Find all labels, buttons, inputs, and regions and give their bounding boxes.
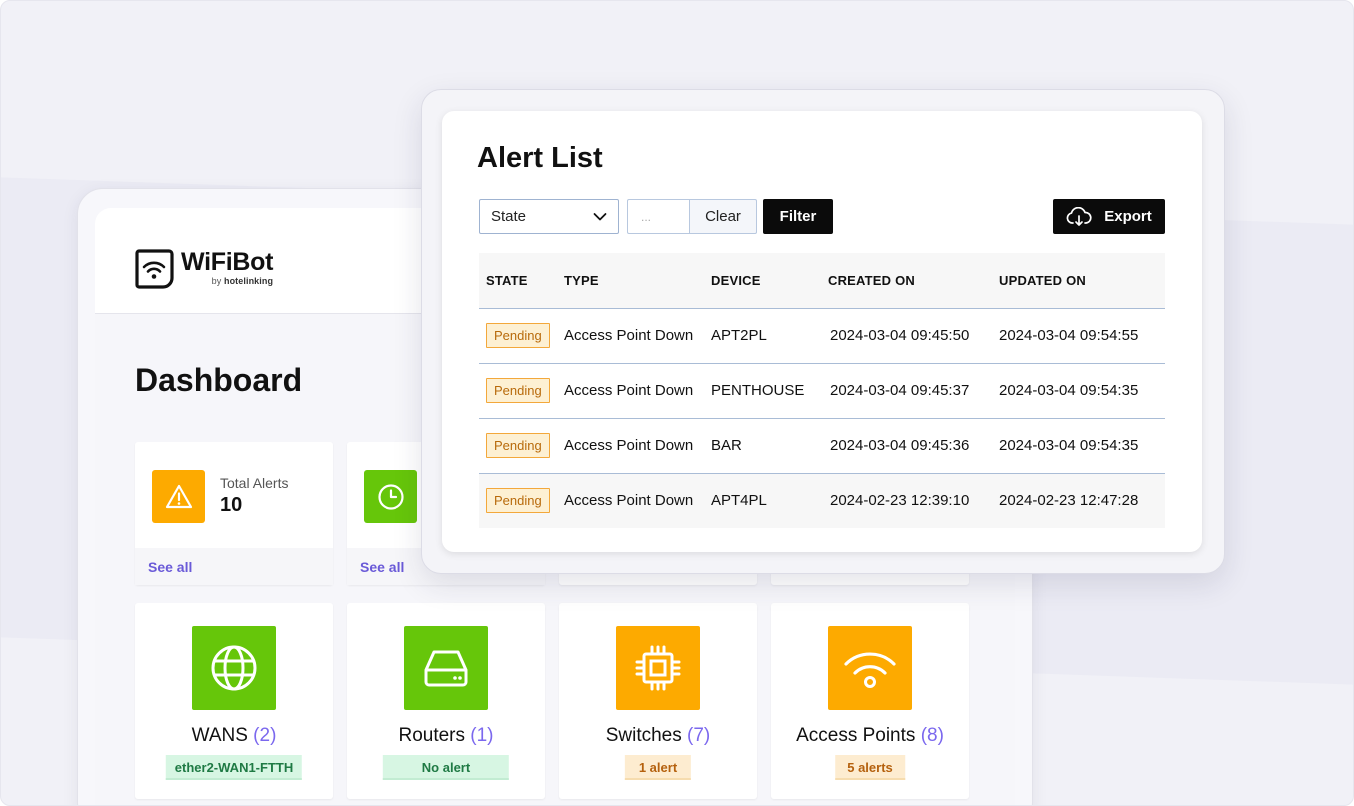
page-title: Dashboard bbox=[135, 362, 303, 398]
updated-cell: 2024-03-04 09:54:35 bbox=[992, 418, 1165, 474]
device-name: Routers bbox=[398, 725, 465, 746]
type-cell: Access Point Down bbox=[557, 308, 704, 364]
warning-icon bbox=[152, 470, 205, 523]
column-header-created-on[interactable]: CREATED ON bbox=[821, 253, 992, 309]
logo-text: WiFiBot by hotelinking bbox=[181, 248, 273, 286]
updated-cell: 2024-03-04 09:54:55 bbox=[992, 308, 1165, 364]
wifibot-logo[interactable]: WiFiBot by hotelinking bbox=[135, 248, 273, 290]
clear-button[interactable]: Clear bbox=[689, 199, 757, 234]
alert-table: STATE TYPE DEVICE CREATED ON UPDATED ON … bbox=[479, 253, 1165, 528]
device-name: Switches bbox=[605, 725, 682, 746]
device-cell: PENTHOUSE bbox=[704, 363, 821, 419]
logo-by-brand: hotelinking bbox=[223, 276, 274, 286]
alert-list-panel: Alert List State ... Clear Filter Export… bbox=[442, 111, 1202, 552]
column-header-type[interactable]: TYPE bbox=[557, 253, 704, 309]
updated-cell: 2024-02-23 12:47:28 bbox=[992, 473, 1165, 528]
alert-list-title: Alert List bbox=[477, 142, 603, 174]
device-name: WANS bbox=[191, 725, 248, 746]
type-cell: Access Point Down bbox=[557, 363, 704, 419]
cloud-download-icon bbox=[1066, 206, 1092, 226]
device-cell: BAR bbox=[704, 418, 821, 474]
table-header-row: STATE TYPE DEVICE CREATED ON UPDATED ON bbox=[479, 253, 1165, 309]
device-status-badge: 1 alert bbox=[624, 755, 692, 780]
device-name: Access Points bbox=[796, 725, 916, 746]
device-status-badge: 5 alerts bbox=[835, 755, 905, 780]
updated-cell: 2024-03-04 09:54:35 bbox=[992, 363, 1165, 419]
device-cell: APT4PL bbox=[704, 473, 821, 528]
table-row[interactable]: Pending Access Point Down APT2PL 2024-03… bbox=[479, 308, 1165, 364]
filter-button[interactable]: Filter bbox=[763, 199, 833, 234]
logo-byline: by hotelinking bbox=[181, 276, 273, 286]
device-card-switches[interactable]: Switches (7) 1 alert bbox=[559, 603, 757, 799]
created-cell: 2024-03-04 09:45:37 bbox=[821, 363, 992, 419]
stat-card-total-alerts: Total Alerts 10 See all bbox=[135, 442, 333, 585]
router-icon bbox=[404, 626, 488, 710]
date-range-input[interactable]: ... bbox=[627, 199, 690, 234]
logo-name: WiFiBot bbox=[181, 248, 274, 276]
wifi-icon bbox=[828, 626, 912, 710]
created-cell: 2024-03-04 09:45:36 bbox=[821, 418, 992, 474]
type-cell: Access Point Down bbox=[557, 473, 704, 528]
column-header-device[interactable]: DEVICE bbox=[704, 253, 821, 309]
table-row[interactable]: Pending Access Point Down BAR 2024-03-04… bbox=[479, 418, 1165, 474]
table-row[interactable]: Pending Access Point Down PENTHOUSE 2024… bbox=[479, 363, 1165, 419]
state-select[interactable]: State bbox=[479, 199, 619, 234]
device-count: (8) bbox=[920, 725, 944, 746]
device-status-badge: No alert bbox=[382, 755, 510, 780]
pending-badge: Pending bbox=[486, 488, 550, 514]
clock-icon bbox=[364, 470, 417, 523]
state-cell: Pending bbox=[479, 308, 557, 364]
logo-by-prefix: by bbox=[211, 276, 222, 286]
table-row[interactable]: Pending Access Point Down APT4PL 2024-02… bbox=[479, 473, 1165, 528]
export-label: Export bbox=[1104, 208, 1152, 225]
state-cell: Pending bbox=[479, 363, 557, 419]
device-count: (1) bbox=[470, 725, 494, 746]
created-cell: 2024-03-04 09:45:50 bbox=[821, 308, 992, 364]
see-all-link[interactable]: See all bbox=[135, 548, 333, 585]
device-title: WANS (2) bbox=[135, 725, 333, 747]
background-stage: WiFiBot by hotelinking Dashboard Total A… bbox=[0, 0, 1354, 806]
created-cell: 2024-02-23 12:39:10 bbox=[821, 473, 992, 528]
device-count: (2) bbox=[253, 725, 277, 746]
state-cell: Pending bbox=[479, 473, 557, 528]
device-title: Routers (1) bbox=[347, 725, 545, 747]
pending-badge: Pending bbox=[486, 378, 550, 403]
device-count: (7) bbox=[687, 725, 711, 746]
state-cell: Pending bbox=[479, 418, 557, 474]
device-title: Switches (7) bbox=[559, 725, 757, 747]
device-card-routers[interactable]: Routers (1) No alert bbox=[347, 603, 545, 799]
device-card-wans[interactable]: WANS (2) ether2-WAN1-FTTH bbox=[135, 603, 333, 799]
chevron-down-icon bbox=[593, 212, 607, 220]
device-title: Access Points (8) bbox=[771, 725, 969, 747]
globe-icon bbox=[192, 626, 276, 710]
type-cell: Access Point Down bbox=[557, 418, 704, 474]
stat-value: 10 bbox=[220, 494, 243, 516]
column-header-state[interactable]: STATE bbox=[479, 253, 557, 309]
column-header-updated-on[interactable]: UPDATED ON bbox=[992, 253, 1165, 309]
device-status-badge: ether2-WAN1-FTTH bbox=[165, 755, 303, 780]
device-cell: APT2PL bbox=[704, 308, 821, 364]
device-card-access-points[interactable]: Access Points (8) 5 alerts bbox=[771, 603, 969, 799]
wifibot-logo-icon bbox=[135, 249, 174, 289]
chip-icon bbox=[616, 626, 700, 710]
export-button[interactable]: Export bbox=[1053, 199, 1165, 234]
stat-label: Total Alerts bbox=[220, 475, 289, 491]
state-select-value: State bbox=[491, 208, 527, 225]
pending-badge: Pending bbox=[486, 323, 550, 348]
pending-badge: Pending bbox=[486, 433, 550, 458]
